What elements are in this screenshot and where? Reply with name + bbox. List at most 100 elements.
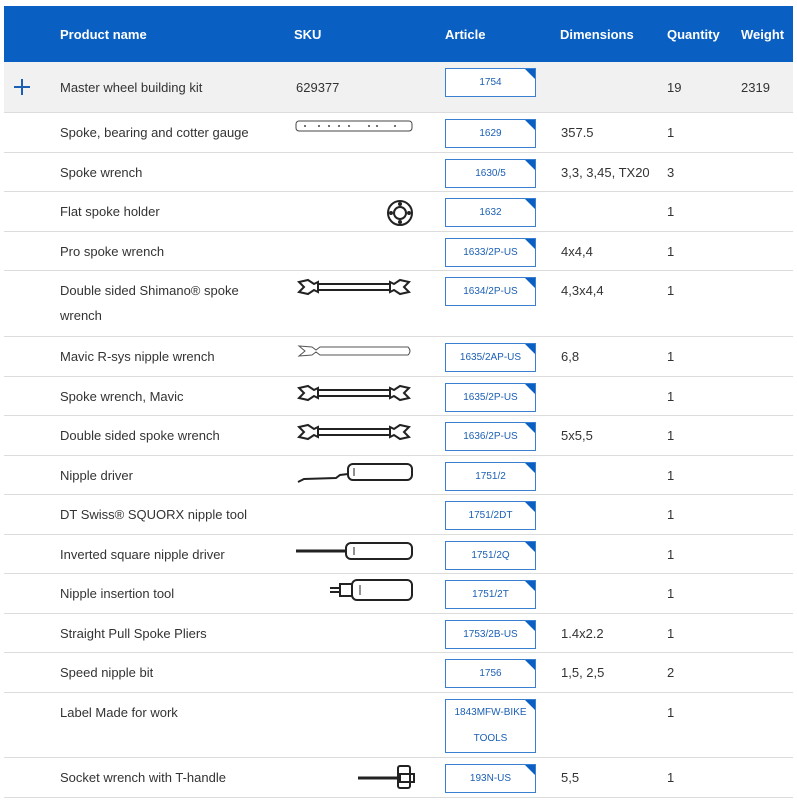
kit-article-label: 1754 [479, 77, 502, 88]
item-quantity: 1 [667, 507, 675, 522]
item-article-label: 1751/2Q [471, 550, 510, 561]
item-dimensions: 357.5 [561, 125, 594, 140]
table-row: Double sided Shimano® spoke wrench 1634/2… [4, 271, 793, 337]
item-article-link[interactable]: 1751/2Q [445, 541, 536, 570]
header-article: Article [445, 27, 486, 42]
table-row: Socket wrench with T-handle 193N-US 5,5 1 [4, 758, 793, 798]
table-row: Pro spoke wrench 1633/2P-US 4x4,4 1 [4, 232, 793, 271]
double-wrench-image [296, 423, 412, 441]
table-row: Spoke wrench 1630/5 3,3, 3,45, TX20 3 [4, 153, 793, 192]
item-name: Spoke, bearing and cotter gauge [60, 125, 249, 140]
table-row: Mavic R-sys nipple wrench 1635/2AP-US 6,8 1 [4, 337, 793, 377]
item-dimensions: 5,5 [561, 770, 580, 785]
nipple-driver-image [296, 462, 414, 486]
item-quantity: 1 [667, 244, 675, 259]
item-article-link[interactable]: 1751/2T [445, 580, 536, 609]
kit-row: Master wheel building kit 629377 1754 19… [4, 62, 793, 113]
item-name: Mavic R-sys nipple wrench [60, 349, 215, 364]
item-name: Flat spoke holder [60, 204, 160, 219]
item-article-label: 1756 [479, 668, 502, 679]
item-quantity: 1 [667, 586, 675, 601]
item-article-link[interactable]: 1629 [445, 119, 536, 148]
item-article-link[interactable]: 1635/2AP-US [445, 343, 536, 372]
table-row: Flat spoke holder 1632 1 [4, 192, 793, 232]
spoke-holder-image [386, 199, 414, 227]
item-article-label: 1633/2P-US [463, 247, 518, 258]
item-article-label: 1843MFW-BIKE TOOLS [454, 707, 527, 744]
item-article-link[interactable]: 1632 [445, 198, 536, 227]
item-article-label: 1634/2P-US [463, 286, 518, 297]
item-quantity: 1 [667, 626, 675, 641]
item-name: Spoke wrench, Mavic [60, 389, 184, 404]
item-article-link[interactable]: 1633/2P-US [445, 238, 536, 267]
header-quantity: Quantity [667, 27, 720, 42]
item-quantity: 1 [667, 547, 675, 562]
t-handle-image [356, 764, 416, 790]
item-article-label: 1629 [479, 128, 502, 139]
table-row: Nipple driver 1751/2 1 [4, 456, 793, 495]
header-sku: SKU [294, 27, 322, 42]
item-quantity: 3 [667, 165, 675, 180]
item-article-label: 1636/2P-US [463, 431, 518, 442]
item-article-link[interactable]: 1843MFW-BIKE TOOLS [445, 699, 536, 753]
item-quantity: 1 [667, 705, 675, 720]
item-name: Socket wrench with T-handle [60, 770, 226, 785]
item-article-link[interactable]: 1753/2B-US [445, 620, 536, 649]
item-dimensions: 6,8 [561, 349, 580, 364]
double-wrench-image [296, 384, 412, 402]
item-article-link[interactable]: 1751/2 [445, 462, 536, 491]
table-row: Label Made for work 1843MFW-BIKE TOOLS 1 [4, 693, 793, 758]
table-row: Double sided spoke wrench 1636/2P-US 5x5,5… [4, 416, 793, 456]
item-dimensions: 3,3, 3,45, TX20 [561, 165, 650, 180]
item-article-label: 1632 [479, 207, 502, 218]
screwdriver-image [294, 541, 414, 561]
item-name: Pro spoke wrench [60, 244, 165, 259]
item-article-link[interactable]: 1635/2P-US [445, 383, 536, 412]
table-row: Nipple insertion tool 1751/2T 1 [4, 574, 793, 614]
item-quantity: 1 [667, 204, 675, 219]
item-article-link[interactable]: 193N-US [445, 764, 536, 793]
kit-weight: 2319 [741, 80, 770, 95]
item-rows: Spoke, bearing and cotter gauge 1629 357.5… [4, 113, 793, 798]
item-article-link[interactable]: 1756 [445, 659, 536, 688]
kit-name: Master wheel building kit [60, 80, 203, 95]
item-article-link[interactable]: 1634/2P-US [445, 277, 536, 306]
item-name: Straight Pull Spoke Pliers [60, 626, 207, 641]
item-dimensions: 4x4,4 [561, 244, 593, 259]
item-dimensions: 4,3x4,4 [561, 283, 604, 298]
item-dimensions: 5x5,5 [561, 428, 593, 443]
kit-article-link[interactable]: 1754 [445, 68, 536, 97]
plus-icon[interactable] [14, 79, 30, 95]
item-article-label: 1751/2T [472, 589, 509, 600]
item-article-link[interactable]: 1630/5 [445, 159, 536, 188]
item-name: Nipple insertion tool [60, 586, 175, 601]
table-row: Inverted square nipple driver 1751/2Q 1 [4, 535, 793, 574]
item-article-label: 1751/2DT [468, 510, 513, 521]
item-article-label: 1635/2P-US [463, 392, 518, 403]
item-article-link[interactable]: 1751/2DT [445, 501, 536, 530]
table-row: Spoke wrench, Mavic 1635/2P-US 1 [4, 377, 793, 416]
item-article-label: 1630/5 [475, 168, 506, 179]
item-article-link[interactable]: 1636/2P-US [445, 422, 536, 451]
table-row: Straight Pull Spoke Pliers 1753/2B-US 1.4x… [4, 614, 793, 653]
item-quantity: 1 [667, 125, 675, 140]
item-name: DT Swiss® SQUORX nipple tool [60, 507, 248, 522]
double-wrench-image [296, 278, 412, 296]
item-quantity: 1 [667, 770, 675, 785]
mavic-wrench-image [296, 344, 414, 358]
header-weight: Weight [741, 27, 785, 42]
components-table: Product name SKU Article Dimensions Quan… [4, 6, 793, 798]
item-name: Label Made for work [60, 705, 178, 720]
gauge-ruler-image [295, 120, 413, 132]
item-quantity: 1 [667, 349, 675, 364]
item-article-label: 1751/2 [475, 471, 506, 482]
item-dimensions: 1,5, 2,5 [561, 665, 605, 680]
item-name: Inverted square nipple driver [60, 547, 225, 562]
item-article-label: 1635/2AP-US [459, 352, 522, 363]
item-quantity: 1 [667, 389, 675, 404]
item-quantity: 1 [667, 283, 675, 298]
table-row: Spoke, bearing and cotter gauge 1629 357.5… [4, 113, 793, 153]
item-quantity: 1 [667, 428, 675, 443]
insertion-tool-image [326, 578, 414, 602]
table-row: DT Swiss® SQUORX nipple tool 1751/2DT 1 [4, 495, 793, 535]
